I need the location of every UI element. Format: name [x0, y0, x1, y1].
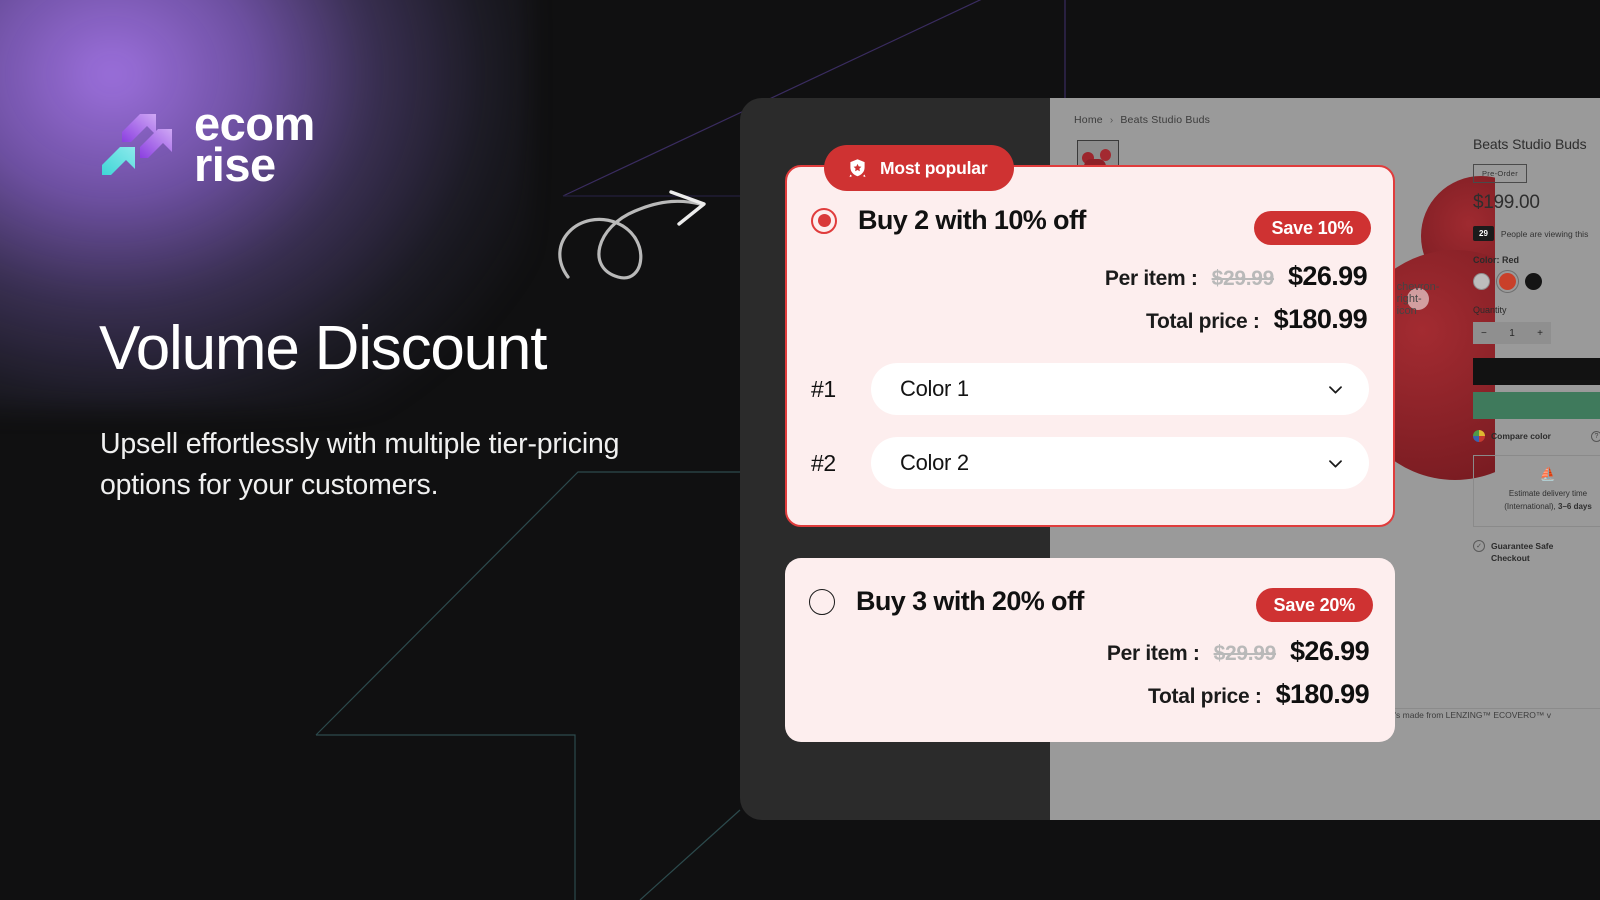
product-price: $199.00 [1473, 192, 1540, 213]
brand-logo: ecom rise [100, 100, 315, 192]
total-price-label: Total price : [1148, 685, 1262, 708]
per-item-row: Per item : $29.99 $26.99 [1104, 261, 1368, 292]
ecomrise-arrows-logo-icon [102, 114, 172, 176]
guarantee-row: ✓ Guarantee Safe Checkout [1473, 539, 1600, 565]
variant-row-2: #2 Color 2 [811, 437, 1369, 489]
delivery-estimate-box: ⛵ Estimate delivery time (International)… [1473, 455, 1600, 527]
variant-value-2: Color 2 [900, 450, 969, 475]
color-swatch-white[interactable] [1473, 273, 1490, 290]
viewing-text: People are viewing this [1500, 228, 1589, 239]
radio-dot [817, 214, 831, 227]
product-title: Beats Studio Buds [1473, 136, 1587, 152]
offer-price-block: Per item : $29.99 $26.99 Total price : $… [1106, 636, 1370, 710]
chevron-down-icon [1329, 459, 1342, 468]
compare-color-row[interactable]: Compare color ? [1473, 430, 1600, 442]
variant-row-1: #1 Color 1 [811, 363, 1369, 415]
total-price-row: Total price : $180.99 [1107, 679, 1370, 710]
offer-card-selected[interactable]: Buy 2 with 10% off Save 10% Per item : $… [785, 165, 1395, 527]
product-info-panel: Beats Studio Buds Pre-Order $199.00 29 P… [1473, 136, 1600, 564]
color-swatches [1473, 273, 1600, 290]
per-item-label: Per item : [1106, 642, 1200, 665]
total-price-value: $180.99 [1275, 679, 1370, 709]
total-price-row: Total price : $180.99 [1105, 304, 1368, 335]
radio-unselected-icon[interactable] [809, 588, 835, 615]
per-item-label: Per item : [1104, 267, 1198, 290]
page-subtitle: Upsell effortlessly with multiple tier-p… [100, 428, 620, 502]
offer-price-block: Per item : $29.99 $26.99 Total price : $… [1104, 261, 1368, 335]
chevron-down-icon [1329, 385, 1342, 394]
carousel-next-button[interactable]: chevron-right-icon [1397, 281, 1440, 317]
viewing-counter: 29 People are viewing this [1473, 226, 1600, 241]
guarantee-line1: Guarantee Safe [1491, 540, 1554, 551]
shield-star-icon [849, 158, 866, 177]
offer-header[interactable]: Buy 2 with 10% off [811, 205, 1086, 236]
preorder-badge: Pre-Order [1473, 164, 1528, 183]
variant-selectors: #1 Color 1 #2 Color 2 [811, 363, 1369, 489]
most-popular-label: Most popular [880, 157, 988, 178]
total-price-label: Total price : [1146, 310, 1260, 333]
guarantee-text: Guarantee Safe Checkout [1491, 540, 1553, 565]
per-item-row: Per item : $29.99 $26.99 [1106, 636, 1370, 667]
breadcrumb-home[interactable]: Home [1074, 114, 1103, 126]
delivery-line1: Estimate delivery time [1508, 489, 1588, 498]
compare-color-label: Compare color [1491, 431, 1551, 441]
delivery-line2-prefix: (International), [1504, 501, 1558, 511]
delivery-line2-duration: 3–6 days [1558, 501, 1592, 511]
quantity-value: 1 [1509, 327, 1515, 339]
viewing-count: 29 [1473, 226, 1494, 241]
status-badge: Save 20% [1255, 588, 1373, 622]
breadcrumb-current: Beats Studio Buds [1120, 114, 1211, 126]
brand-wordmark: ecom rise [194, 100, 315, 192]
color-label: Color: Red [1473, 255, 1519, 265]
promo-banner: ecom rise Volume Discount Upsell effortl… [0, 0, 1600, 900]
color-swatch-black[interactable] [1525, 273, 1542, 290]
guarantee-line2: Checkout [1491, 552, 1530, 563]
most-popular-badge: Most popular [824, 145, 1015, 191]
delivery-text: Estimate delivery time (International), … [1480, 488, 1600, 514]
breadcrumb-separator-icon: › [1109, 114, 1114, 126]
quantity-label: Quantity [1473, 305, 1507, 315]
add-to-cart-button[interactable] [1473, 358, 1600, 385]
per-item-old-price: $29.99 [1211, 267, 1275, 290]
radio-selected-icon[interactable] [811, 207, 837, 234]
offer-header[interactable]: Buy 3 with 20% off [809, 586, 1084, 617]
question-circle-icon[interactable]: ? [1591, 430, 1600, 442]
color-swatch-red[interactable] [1499, 273, 1516, 290]
variant-select-2[interactable]: Color 2 [871, 437, 1369, 489]
breadcrumb: Home › Beats Studio Buds [1074, 114, 1210, 126]
page-title: Volume Discount [99, 314, 547, 383]
variant-index-2: #2 [811, 449, 836, 476]
quantity-stepper[interactable]: − 1 + [1473, 322, 1551, 344]
offer-card-secondary[interactable]: Buy 3 with 20% off Save 20% Per item : $… [785, 558, 1395, 742]
chevron-right-icon: chevron-right-icon [1396, 281, 1440, 317]
color-wheel-icon [1473, 430, 1485, 442]
shield-check-icon: ✓ [1473, 539, 1485, 552]
ship-icon: ⛵ [1539, 466, 1557, 481]
total-price-value: $180.99 [1273, 304, 1368, 334]
brand-name-line2: rise [194, 138, 276, 192]
buy-now-button[interactable] [1473, 392, 1600, 419]
quantity-increment-button[interactable]: + [1537, 328, 1543, 339]
quantity-decrement-button[interactable]: − [1481, 328, 1487, 339]
per-item-old-price: $29.99 [1213, 642, 1277, 665]
variant-index-1: #1 [811, 375, 836, 402]
variant-value-1: Color 1 [900, 376, 969, 401]
per-item-new-price: $26.99 [1288, 261, 1368, 291]
offer-title: Buy 3 with 20% off [856, 586, 1084, 616]
offer-title: Buy 2 with 10% off [858, 205, 1086, 235]
variant-select-1[interactable]: Color 1 [871, 363, 1369, 415]
status-badge: Save 10% [1253, 211, 1371, 245]
per-item-new-price: $26.99 [1290, 636, 1370, 666]
